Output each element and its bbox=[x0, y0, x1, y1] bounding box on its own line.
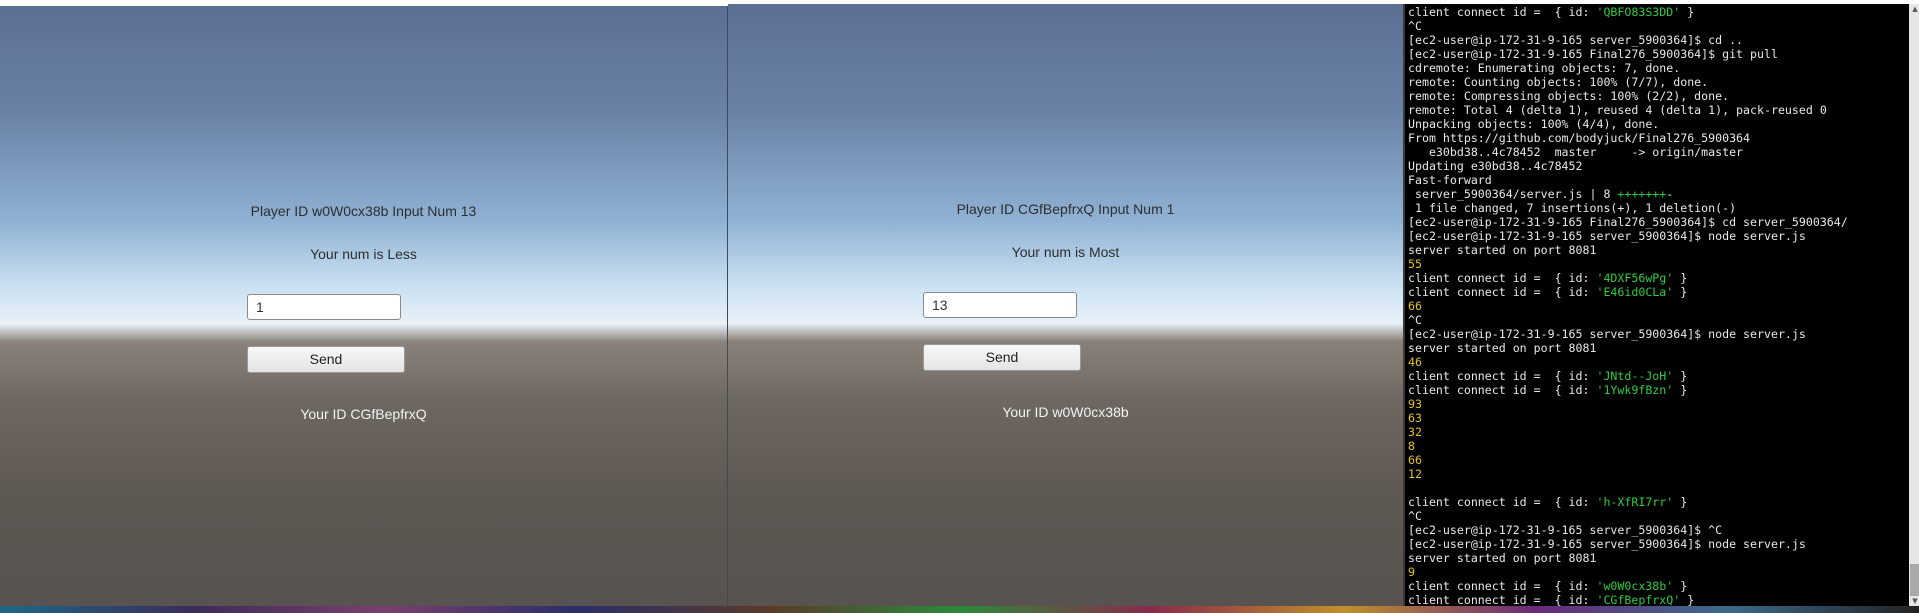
terminal-window[interactable]: client connect id = { id: 'QBFO83S3DD' }… bbox=[1403, 4, 1919, 606]
terminal-line-prefix: server_5900364/server.js | 8 bbox=[1408, 187, 1618, 201]
terminal-line: ^C bbox=[1408, 509, 1422, 523]
terminal-line-suffix: } bbox=[1673, 285, 1688, 299]
terminal-line: server started on port 8081 bbox=[1408, 341, 1597, 355]
terminal-line: 66 bbox=[1408, 299, 1422, 313]
terminal-line: Fast-forward bbox=[1408, 173, 1492, 187]
terminal-line: ^C bbox=[1408, 19, 1422, 33]
terminal-line-highlight: 'w0W0cx38b' bbox=[1596, 579, 1674, 593]
scrollbar-thumb[interactable] bbox=[1910, 564, 1919, 596]
terminal-line-suffix: } bbox=[1673, 369, 1688, 383]
terminal-line-highlight: +++++++ bbox=[1617, 187, 1667, 201]
terminal-line: [ec2-user@ip-172-31-9-165 Final276_59003… bbox=[1408, 215, 1848, 229]
terminal-line: client connect id = { id: 'w0W0cx38b' } bbox=[1408, 579, 1848, 593]
terminal-line: client connect id = { id: '1Ywk9fBzn' } bbox=[1408, 383, 1848, 397]
terminal-line-prefix: client connect id = { id: bbox=[1408, 579, 1597, 593]
terminal-line: 93 bbox=[1408, 397, 1422, 411]
result-label: Your num is Most bbox=[1011, 244, 1120, 260]
terminal-line: server started on port 8081 bbox=[1408, 551, 1597, 565]
result-label: Your num is Less bbox=[310, 246, 417, 262]
terminal-line: ^C bbox=[1408, 313, 1422, 327]
number-input[interactable] bbox=[247, 294, 401, 320]
terminal-line: 9 bbox=[1408, 565, 1415, 579]
send-button[interactable]: Send bbox=[247, 346, 405, 373]
terminal-line-highlight: 'QBFO83S3DD' bbox=[1596, 5, 1681, 19]
terminal-line: Updating e30bd38..4c78452 bbox=[1408, 159, 1583, 173]
terminal-line-prefix: client connect id = { id: bbox=[1408, 271, 1597, 285]
terminal-line: 55 bbox=[1408, 257, 1422, 271]
terminal-line-prefix: client connect id = { id: bbox=[1408, 369, 1597, 383]
terminal-line: 32 bbox=[1408, 425, 1422, 439]
terminal-line: client connect id = { id: 'QBFO83S3DD' } bbox=[1408, 5, 1848, 19]
terminal-line-suffix: } bbox=[1673, 271, 1688, 285]
your-id-label: Your ID CGfBepfrxQ bbox=[300, 406, 427, 422]
terminal-line: cdremote: Enumerating objects: 7, done. bbox=[1408, 61, 1681, 75]
terminal-line-highlight: 'JNtd--JoH' bbox=[1596, 369, 1674, 383]
terminal-line: 66 bbox=[1408, 453, 1422, 467]
number-input[interactable] bbox=[923, 292, 1077, 318]
terminal-line-highlight: 'h-XfRI7rr' bbox=[1596, 495, 1674, 509]
terminal-line: remote: Total 4 (delta 1), reused 4 (del… bbox=[1408, 103, 1827, 117]
terminal-line-suffix: } bbox=[1673, 579, 1688, 593]
terminal-line: client connect id = { id: 'JNtd--JoH' } bbox=[1408, 369, 1848, 383]
player-title-label: Player ID w0W0cx38b Input Num 13 bbox=[250, 203, 477, 219]
terminal-line-suffix: } bbox=[1680, 5, 1695, 19]
scroll-down-icon[interactable]: ▼ bbox=[1909, 596, 1919, 606]
terminal-line: server_5900364/server.js | 8 +++++++- bbox=[1408, 187, 1848, 201]
terminal-line-highlight: '4DXF56wPg' bbox=[1596, 271, 1674, 285]
terminal-line: Unpacking objects: 100% (4/4), done. bbox=[1408, 117, 1660, 131]
terminal-line-suffix: } bbox=[1680, 593, 1695, 606]
terminal-line: client connect id = { id: 'h-XfRI7rr' } bbox=[1408, 495, 1848, 509]
terminal-line-suffix: } bbox=[1673, 383, 1688, 397]
terminal-line: server started on port 8081 bbox=[1408, 243, 1597, 257]
game-window-right: Player ID CGfBepfrxQ Input Num 1 Your nu… bbox=[728, 4, 1403, 606]
terminal-line: [ec2-user@ip-172-31-9-165 server_5900364… bbox=[1408, 327, 1806, 341]
your-id-label: Your ID w0W0cx38b bbox=[1002, 404, 1129, 420]
terminal-line-suffix: } bbox=[1673, 495, 1688, 509]
terminal-output: client connect id = { id: 'QBFO83S3DD' }… bbox=[1408, 5, 1848, 606]
terminal-line: 63 bbox=[1408, 411, 1422, 425]
terminal-line: 12 bbox=[1408, 467, 1422, 481]
send-button[interactable]: Send bbox=[923, 344, 1081, 371]
terminal-line: 46 bbox=[1408, 355, 1422, 369]
terminal-line: [ec2-user@ip-172-31-9-165 server_5900364… bbox=[1408, 523, 1723, 537]
terminal-line: [ec2-user@ip-172-31-9-165 server_5900364… bbox=[1408, 537, 1806, 551]
terminal-line: client connect id = { id: '4DXF56wPg' } bbox=[1408, 271, 1848, 285]
terminal-line: e30bd38..4c78452 master -> origin/master bbox=[1408, 145, 1744, 159]
terminal-line: 1 file changed, 7 insertions(+), 1 delet… bbox=[1408, 201, 1737, 215]
terminal-line-suffix: - bbox=[1666, 187, 1674, 201]
game-window-left: Player ID w0W0cx38b Input Num 13 Your nu… bbox=[0, 6, 728, 606]
scroll-up-icon[interactable]: ▲ bbox=[1909, 4, 1919, 14]
terminal-line-prefix: client connect id = { id: bbox=[1408, 495, 1597, 509]
terminal-line-highlight: 'E46id0CLa' bbox=[1596, 285, 1674, 299]
terminal-line-prefix: client connect id = { id: bbox=[1408, 5, 1597, 19]
terminal-line: remote: Compressing objects: 100% (2/2),… bbox=[1408, 89, 1730, 103]
player-title-label: Player ID CGfBepfrxQ Input Num 1 bbox=[956, 201, 1175, 217]
terminal-line: client connect id = { id: 'E46id0CLa' } bbox=[1408, 285, 1848, 299]
terminal-line-prefix: client connect id = { id: bbox=[1408, 383, 1597, 397]
terminal-line: 8 bbox=[1408, 439, 1415, 453]
terminal-scrollbar[interactable]: ▲ ▼ bbox=[1909, 4, 1919, 606]
terminal-line-prefix: client connect id = { id: bbox=[1408, 285, 1597, 299]
terminal-line: From https://github.com/bodyjuck/Final27… bbox=[1408, 131, 1751, 145]
terminal-line: client connect id = { id: 'CGfBepfrxQ' } bbox=[1408, 593, 1848, 606]
terminal-line: remote: Counting objects: 100% (7/7), do… bbox=[1408, 75, 1709, 89]
terminal-line: [ec2-user@ip-172-31-9-165 server_5900364… bbox=[1408, 229, 1806, 243]
terminal-line-highlight: '1Ywk9fBzn' bbox=[1596, 383, 1674, 397]
terminal-line: [ec2-user@ip-172-31-9-165 server_5900364… bbox=[1408, 33, 1744, 47]
terminal-line-prefix: client connect id = { id: bbox=[1408, 593, 1597, 606]
terminal-line: [ec2-user@ip-172-31-9-165 Final276_59003… bbox=[1408, 47, 1778, 61]
terminal-line-highlight: 'CGfBepfrxQ' bbox=[1596, 593, 1681, 606]
